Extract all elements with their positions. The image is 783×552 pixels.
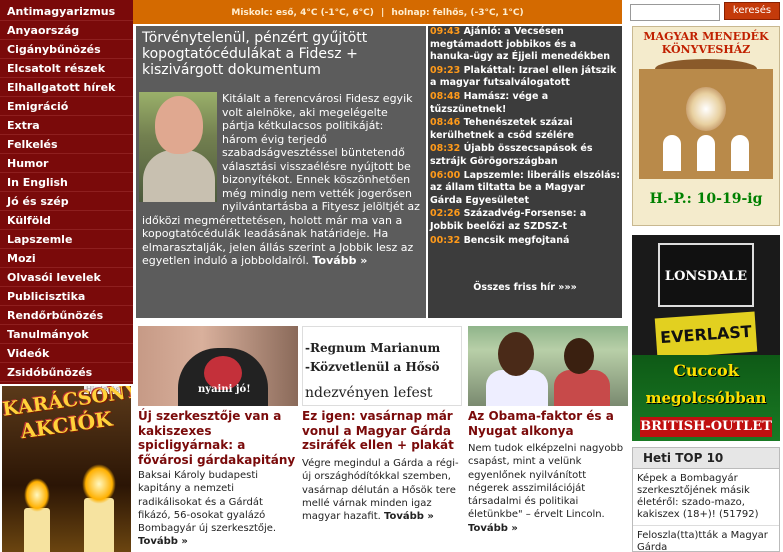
sidebar-item-elhallgatott-hirek[interactable]: Elhallgatott hírek [0,78,133,97]
archway-graphic [731,135,749,171]
ticker-footer [428,297,622,318]
ticker-time: 08:48 [430,90,461,102]
story-title[interactable]: Az Obama-faktor és a Nyugat alkonya [468,409,628,438]
bookstore-hours: H.-P.: 10-19-ig [649,191,763,207]
sidebar-item-emigracio[interactable]: Emigráció [0,97,133,116]
story-image[interactable]: -Regnum Marianum -Közvetlenül a Hősö nde… [302,326,462,406]
christmas-sale-banner[interactable]: Hirdetés KARÁCSONYI AKCIÓK [2,386,131,552]
sidebar-item-tanulmanyok[interactable]: Tanulmányok [0,325,133,344]
lead-story-more-link[interactable]: Tovább » [313,254,368,267]
sidebar-nav: Antimagyarizmus Anyaország Cigánybűnözés… [0,0,133,384]
sidebar-item-olvasoi-levelek[interactable]: Olvasói levelek [0,268,133,287]
lonsdale-logo: LONSDALE [658,243,754,307]
everlast-logo: EVERLAST [654,311,758,359]
story-more-link[interactable]: Tovább » [138,536,188,547]
ticker-item[interactable]: 09:23 Plakáttal: Izrael ellen játszik a … [430,65,620,90]
story-title[interactable]: Új szerkesztője van a kakiszexes spiclig… [138,409,298,467]
poster-line-3: ndezvényen lefest [305,385,433,401]
top10-item[interactable]: Feloszla(tta)tták a Magyar Gárda [633,526,779,552]
poster-line-2: -Közvetlenül a Hősö [305,360,440,374]
ticker-item[interactable]: 08:46 Tehenészetek százai kerülhetnek a … [430,117,620,142]
ticker-time: 00:32 [430,234,461,246]
lead-story: Törvénytelenül, pénzért gyűjtött kopogta… [136,26,426,318]
bookstore-title: MAGYAR MENEDÉK KÖNYVESHÁZ [633,30,779,56]
british-outlet-ad[interactable]: LONSDALE EVERLAST Cuccok megolcsóbban BR… [632,235,780,441]
candle-flame-graphic [24,478,50,512]
bookstore-title-line-1: MAGYAR MENEDÉK [643,30,769,43]
candle-graphic [24,508,50,552]
weather-tomorrow: holnap: felhős, (-3°C, 1°C) [391,8,524,18]
poster-line-1: -Regnum Marianum [305,341,441,355]
sidebar-item-extra[interactable]: Extra [0,116,133,135]
sidebar-item-in-english[interactable]: In English [0,173,133,192]
ticker-text: Bencsik megfojtaná [463,234,570,246]
ticker-time: 08:46 [430,117,461,129]
sidebar-item-jo-es-szep[interactable]: Jó és szép [0,192,133,211]
shop-ad-line-3: BRITISH-OUTLET [640,417,772,437]
sidebar-item-elcsatolt-reszek[interactable]: Elcsatolt részek [0,59,133,78]
ticker-item[interactable]: 02:26 Századvég-Forsense: a Jobbik beelő… [430,208,620,233]
lead-story-body: Kitálalt a ferencvárosi Fidesz egyik vol… [142,92,422,268]
story-title[interactable]: Ez igen: vasárnap már vonul a Magyar Gár… [302,409,462,453]
coat-of-arms-icon [686,87,726,131]
news-ticker: 09:43 Ajánló: a Vecsésen megtámadott job… [428,26,622,299]
search-button[interactable]: keresés [724,2,780,20]
top10-item[interactable]: Képek a Bombagyár szerkesztőjének másik … [633,469,779,526]
ticker-item[interactable]: 06:00 Lapszemle: liberális elszólás: az … [430,170,620,208]
story-text: Végre megindul a Gárda a régi-új országh… [302,458,459,523]
story-card: -Regnum Marianum -Közvetlenül a Hősö nde… [302,326,462,552]
sidebar-item-mozi[interactable]: Mozi [0,249,133,268]
ticker-time: 09:23 [430,64,461,76]
bookstore-ad[interactable]: MAGYAR MENEDÉK KÖNYVESHÁZ H.-P.: 10-19-i… [632,26,780,226]
ticker-item[interactable]: 08:48 Hamász: vége a tűzszünetnek! [430,91,620,116]
story-more-link[interactable]: Tovább » [384,511,434,522]
sidebar-item-humor[interactable]: Humor [0,154,133,173]
candle-graphic [84,498,114,552]
lead-story-title[interactable]: Törvénytelenül, pénzért gyűjtött kopogta… [142,30,422,78]
sidebar-item-rendorbunozes[interactable]: Rendőrbűnözés [0,306,133,325]
sidebar-item-anyaorszag[interactable]: Anyaország [0,21,133,40]
all-news-link[interactable]: Összes friss hír »»» [428,279,622,297]
ticker-item[interactable]: 00:32 Bencsik megfojtaná [430,235,620,248]
top10-header: Heti TOP 10 [633,448,779,469]
story-image[interactable] [468,326,628,406]
search-input[interactable] [630,4,720,21]
story-text: Nem tudok elképzelni nagyobb csapást, mi… [468,443,624,521]
shirt-print-text: nyaini jó! [198,384,251,395]
weather-today: Miskolc: eső, 4°C (-1°C, 6°C) [231,8,374,18]
story-card: Az Obama-faktor és a Nyugat alkonya Nem … [468,326,628,552]
story-card: nyaini jó! Új szerkesztője van a kakisze… [138,326,298,552]
weekly-top10: Heti TOP 10 Képek a Bombagyár szerkesztő… [632,447,780,552]
shop-ad-line-2: megolcsóbban [645,389,767,407]
ticker-item[interactable]: 08:32 Újabb összecsapások és sztrájk Gör… [430,143,620,168]
story-summary: Végre megindul a Gárda a régi-új országh… [302,457,462,523]
story-text: Baksai Károly budapesti kapitány a nemze… [138,470,277,535]
sidebar-item-ciganybunozes[interactable]: Cigánybűnözés [0,40,133,59]
ticker-time: 02:26 [430,208,461,220]
story-summary: Nem tudok elképzelni nagyobb csapást, mi… [468,442,628,535]
ticker-item[interactable]: 09:43 Ajánló: a Vecsésen megtámadott job… [430,26,620,64]
weather-bar: Miskolc: eső, 4°C (-1°C, 6°C) | holnap: … [133,0,622,24]
ticker-time: 09:43 [430,26,461,37]
sidebar-item-publicisztika[interactable]: Publicisztika [0,287,133,306]
sidebar-item-antimagyarizmus[interactable]: Antimagyarizmus [0,2,133,21]
archway-graphic [697,135,715,171]
sidebar-item-videok[interactable]: Videók [0,344,133,363]
story-summary: Baksai Károly budapesti kapitány a nemze… [138,469,298,549]
sidebar-item-lapszemle[interactable]: Lapszemle [0,230,133,249]
sidebar-item-kulfold[interactable]: Külföld [0,211,133,230]
ticker-time: 06:00 [430,169,461,181]
archway-graphic [663,135,681,171]
sidebar-item-zsidobunozes[interactable]: Zsidóbűnözés [0,363,133,382]
bookstore-title-line-2: KÖNYVESHÁZ [661,43,751,56]
weather-separator: | [380,8,385,18]
candle-flame-graphic [82,464,116,504]
story-more-link[interactable]: Tovább » [468,523,518,534]
story-image[interactable]: nyaini jó! [138,326,298,406]
ticker-time: 08:32 [430,143,461,155]
sidebar-item-felkeles[interactable]: Felkelés [0,135,133,154]
shop-ad-line-1: Cuccok [673,361,739,380]
